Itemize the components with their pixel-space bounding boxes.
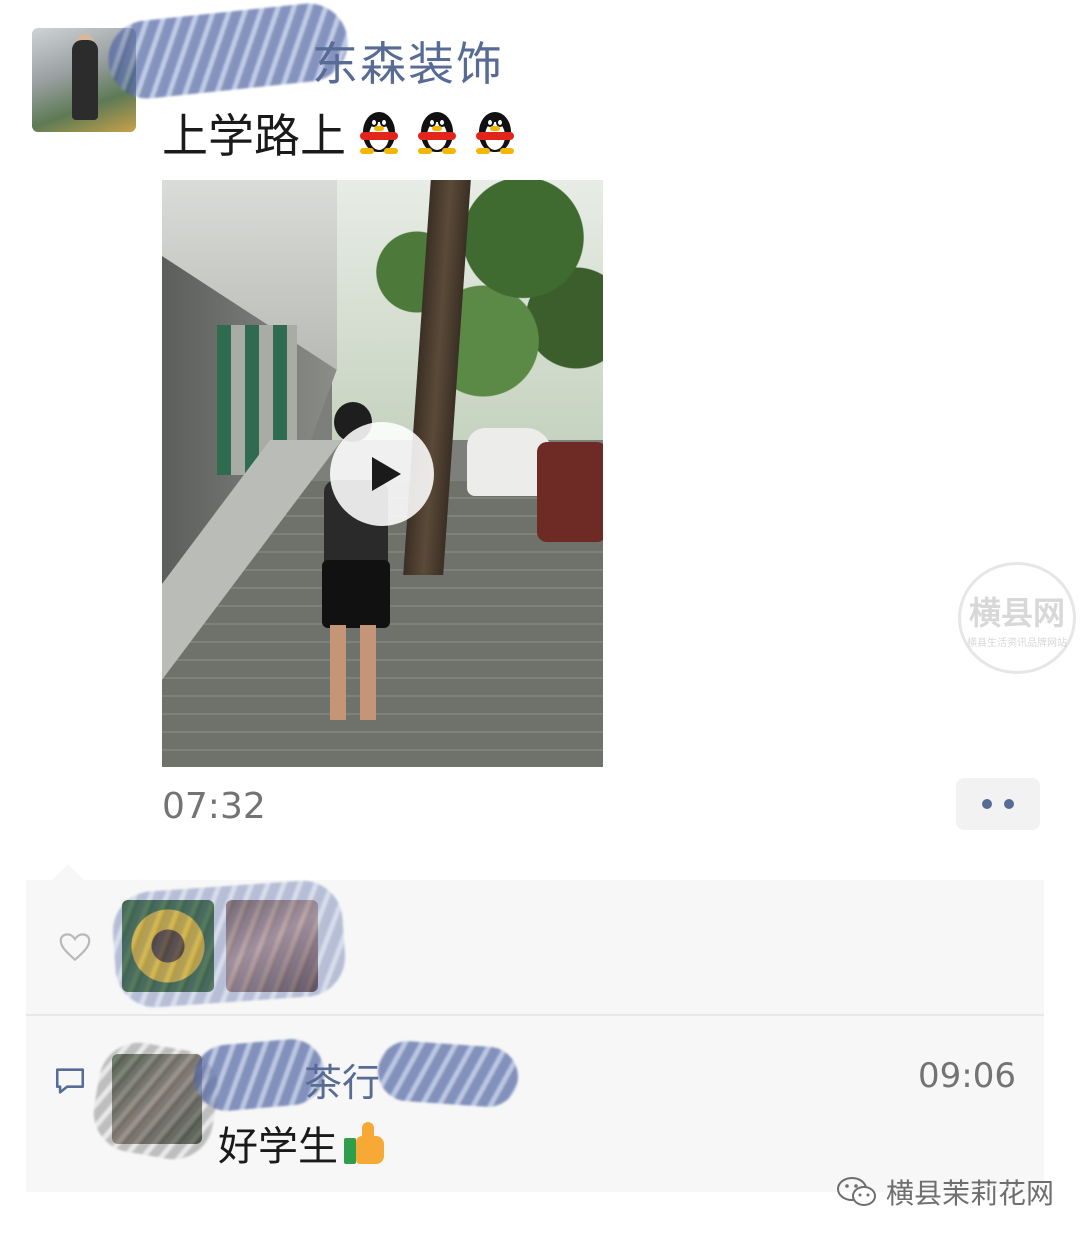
likes-row [26,878,1044,1014]
comment-time: 09:06 [918,1056,1016,1096]
seal-title: 横县网 [968,593,1065,632]
redaction-scribble [376,1039,520,1109]
wechat-icon [837,1177,876,1206]
seal-subtitle: 横县生活资讯品牌网站 [967,637,1067,649]
play-button[interactable] [330,422,434,526]
comment-text[interactable]: 好学生 [218,1114,390,1172]
thumbs-up-icon [342,1120,390,1166]
post-video[interactable] [162,180,603,767]
video-red-car [537,442,603,542]
video-child-shorts [322,560,390,628]
watermark-text: 横县茉莉花网 [886,1177,1055,1210]
qq-penguin-icon [470,110,520,156]
heart-icon [59,933,91,962]
comment-icon [55,1068,85,1094]
avatar-figure-body [72,40,98,120]
more-actions-button[interactable] [956,778,1040,830]
poster-name[interactable]: 东森装饰 [312,28,504,94]
panel-notch [52,864,84,880]
interaction-panel: 茶行 09:06 好学生 [26,878,1044,1192]
video-child-leg [360,625,376,720]
watermark-seal: 横县网 横县生活资讯品牌网站 [958,562,1076,674]
video-trees [337,180,603,410]
footer-watermark: 横县茉莉花网 [836,1172,1054,1212]
play-icon [371,457,401,491]
commenter-name[interactable]: 茶行 [304,1052,380,1107]
video-child-leg [330,625,346,720]
comment-text-content: 好学生 [218,1124,338,1170]
qq-penguin-icon [354,110,404,156]
post-text: 上学路上 [162,100,520,166]
more-dot-icon [1004,799,1014,809]
more-dot-icon [982,799,992,809]
redaction-scribble [110,878,348,1010]
post-text-content: 上学路上 [162,109,346,163]
post-time: 07:32 [162,786,266,827]
comment-item: 茶行 09:06 好学生 [26,1016,1044,1192]
qq-penguin-icon [412,110,462,156]
